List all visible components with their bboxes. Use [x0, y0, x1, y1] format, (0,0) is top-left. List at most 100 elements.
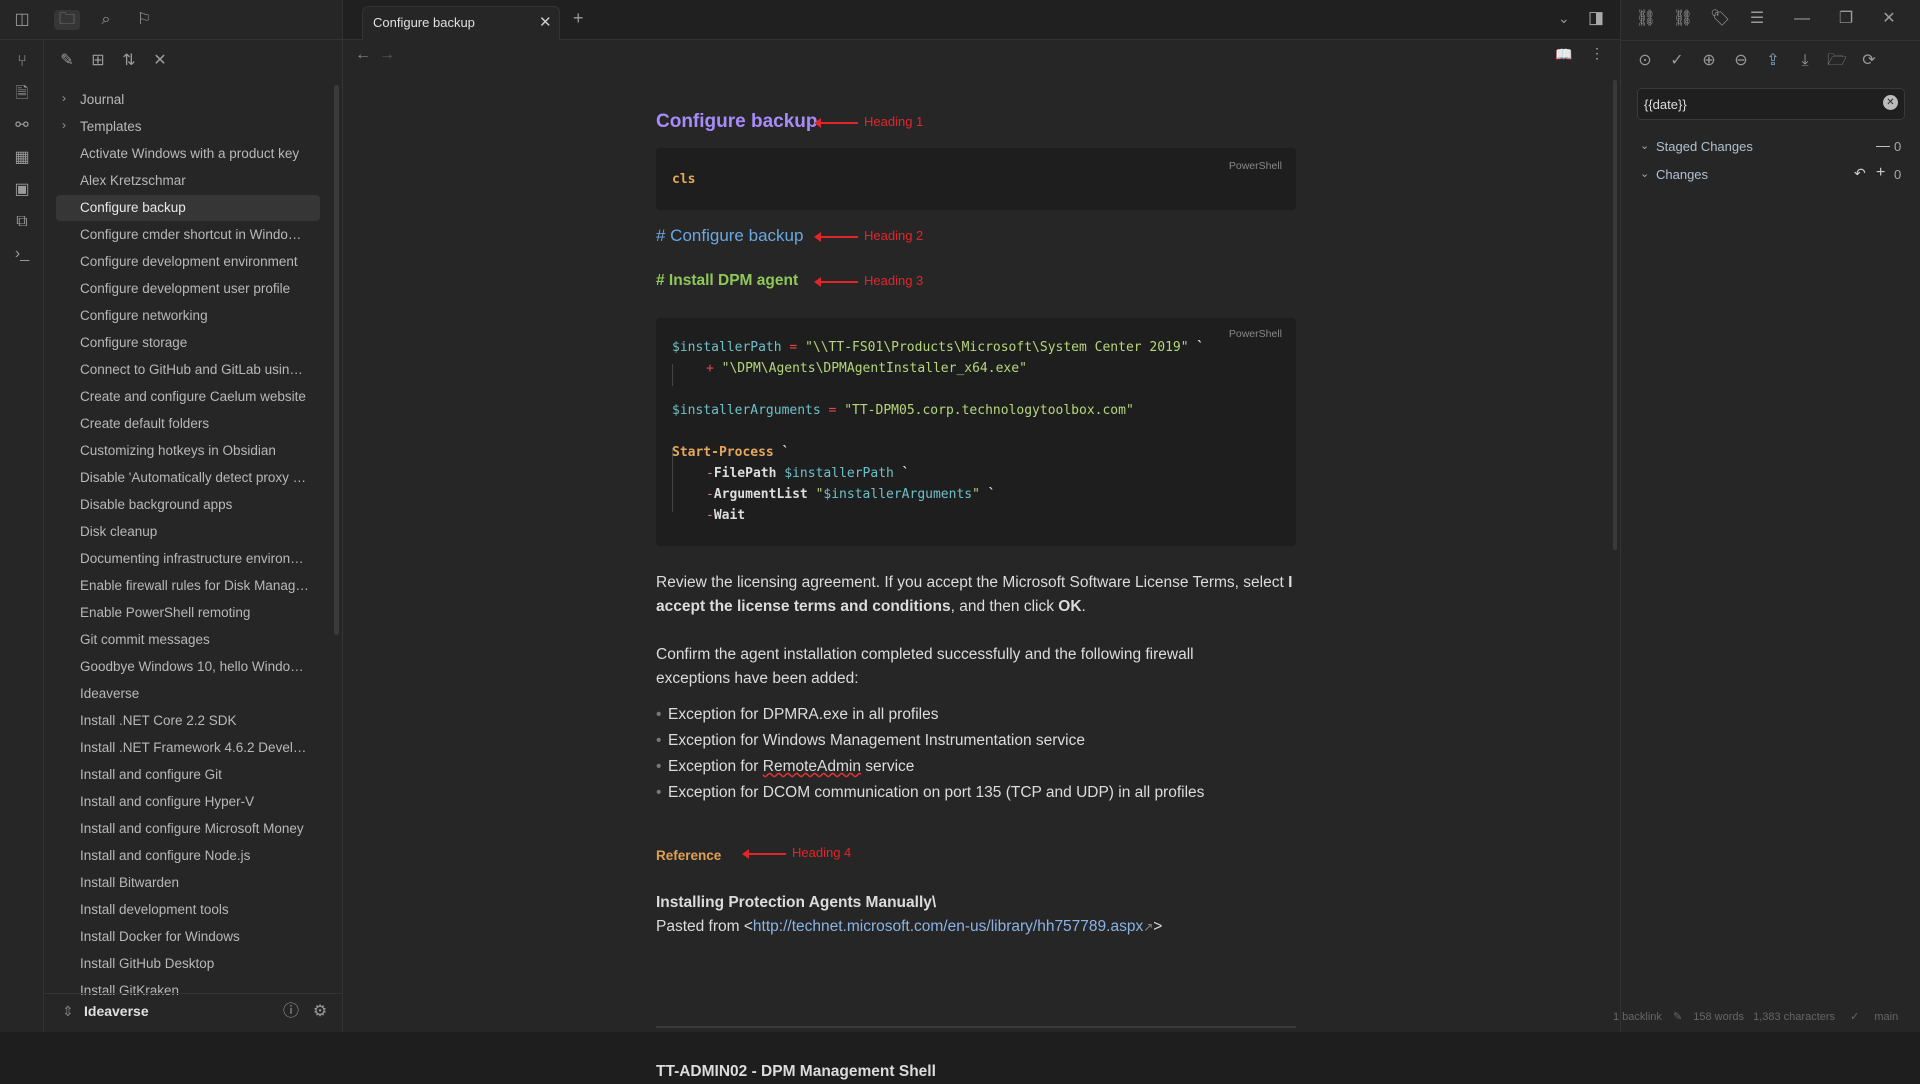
search-icon[interactable]: ⌕ [95, 10, 117, 30]
file-item[interactable]: Install and configure Microsoft Money [80, 821, 310, 836]
tab-configure-backup[interactable]: Configure backup ✕ [362, 6, 560, 40]
sidebar-header: ◫ 🗀 ⌕ ⚐ [0, 0, 343, 40]
sidebar-toggle-icon[interactable]: ◫ [11, 10, 33, 30]
commit-message-input[interactable]: {{date}} ✕ [1637, 88, 1905, 120]
graph-icon[interactable]: ⚯ [11, 116, 33, 136]
file-item[interactable]: Install development tools [80, 902, 310, 917]
forward-arrow-icon[interactable]: → [379, 46, 395, 64]
clear-icon[interactable]: ✕ [1883, 95, 1898, 110]
git-branch-icon[interactable]: ⑂ [11, 52, 33, 72]
reading-view-icon[interactable]: 📖 [1555, 46, 1572, 63]
folder-item[interactable]: Journal [80, 92, 310, 107]
vault-switcher-icon[interactable]: ⇕ [62, 1003, 74, 1020]
file-item[interactable]: Install and configure Hyper-V [80, 794, 310, 809]
file-item[interactable]: Enable PowerShell remoting [80, 605, 310, 620]
discard-icon[interactable]: ↶ [1854, 165, 1866, 182]
file-item[interactable]: Configure storage [80, 335, 310, 350]
more-options-icon[interactable]: ⋮ [1590, 45, 1604, 62]
minimize-icon[interactable]: — [1791, 9, 1813, 29]
stage-icon[interactable]: + [1876, 164, 1885, 182]
file-item[interactable]: Install Docker for Windows [80, 929, 310, 944]
upload-icon[interactable]: ⇪ [1762, 51, 1784, 71]
annotation-heading-1: Heading 1 [864, 114, 924, 129]
settings-gear-icon[interactable]: ⚙ [309, 1002, 331, 1022]
file-item[interactable]: Install and configure Node.js [80, 848, 310, 863]
push-icon[interactable]: ⊙ [1634, 51, 1656, 71]
file-item[interactable]: Alex Kretzschmar [80, 173, 310, 188]
code-language: PowerShell [1228, 160, 1282, 172]
chevron-right-icon[interactable]: › [62, 91, 66, 105]
file-item[interactable]: Install and configure Git [80, 767, 310, 782]
outgoing-links-icon[interactable]: ⛓ [1672, 9, 1694, 29]
reference-link[interactable]: http://technet.microsoft.com/en-us/libra… [753, 918, 1143, 935]
file-item[interactable]: Create and configure Caelum website [80, 389, 310, 404]
collapse-icon[interactable]: ✕ [149, 51, 171, 71]
new-folder-icon[interactable]: ⊞ [87, 51, 109, 71]
chevron-down-icon[interactable]: ⌄ [1558, 10, 1570, 27]
backlinks-icon[interactable]: ⛓ [1635, 9, 1657, 29]
file-item[interactable]: Customizing hotkeys in Obsidian [80, 443, 310, 458]
sort-icon[interactable]: ⇅ [118, 51, 140, 71]
file-item[interactable]: Install GitKraken [80, 983, 310, 998]
folder-icon[interactable]: 🗀 [54, 10, 80, 30]
file-item[interactable]: Configure networking [80, 308, 310, 323]
back-arrow-icon[interactable]: ← [355, 46, 371, 64]
file-item[interactable]: Disk cleanup [80, 524, 310, 539]
tags-icon[interactable]: 🏷 [1709, 9, 1731, 29]
new-tab-icon[interactable]: + [573, 8, 584, 29]
dashboard-icon[interactable]: ▦ [11, 148, 33, 168]
git-branch[interactable]: main [1874, 1011, 1898, 1023]
file-item[interactable]: Install .NET Core 2.2 SDK [80, 713, 310, 728]
unstage-all-icon[interactable]: ⊖ [1730, 51, 1752, 71]
chevron-right-icon[interactable]: › [62, 118, 66, 132]
file-item[interactable]: Ideaverse [80, 686, 310, 701]
chevron-down-icon[interactable]: ⌄ [1640, 139, 1649, 152]
editor-scrollbar[interactable] [1613, 80, 1617, 550]
vault-name[interactable]: Ideaverse [84, 1003, 149, 1019]
folder-item[interactable]: Templates [80, 119, 310, 134]
backlink-count[interactable]: 1 backlink [1613, 1011, 1662, 1023]
file-item[interactable]: Install Bitwarden [80, 875, 310, 890]
file-item[interactable]: Disable 'Automatically detect proxy set.… [80, 470, 310, 485]
download-icon[interactable]: ⤓ [1794, 51, 1816, 71]
edit-mode-icon[interactable]: ✎ [1673, 1011, 1682, 1023]
file-item[interactable]: Configure backup [56, 195, 320, 221]
file-item[interactable]: Connect to GitHub and GitLab using S... [80, 362, 310, 377]
help-icon[interactable]: ⓘ [280, 1002, 302, 1022]
file-item[interactable]: Install .NET Framework 4.6.2 Developer..… [80, 740, 310, 755]
file-search-icon[interactable]: 🗎 [11, 84, 33, 104]
unstage-icon[interactable]: — [1876, 137, 1890, 153]
file-item[interactable]: Configure development environment [80, 254, 310, 269]
bookmark-icon[interactable]: ⚐ [133, 10, 155, 30]
chevron-down-icon[interactable]: ⌄ [1640, 167, 1649, 180]
code-language: PowerShell [1228, 328, 1282, 340]
open-folder-icon[interactable]: 🗁 [1826, 51, 1848, 71]
staged-changes-header[interactable]: Staged Changes [1656, 139, 1753, 154]
file-item[interactable]: Activate Windows with a product key [80, 146, 310, 161]
editor-pane: ← → 📖 ⋮ Configure backup Heading 1 Power… [343, 40, 1620, 1080]
close-icon[interactable]: ✕ [539, 13, 552, 31]
window-close-icon[interactable]: ✕ [1878, 9, 1900, 29]
sidebar-scrollbar[interactable] [334, 85, 339, 635]
stage-all-icon[interactable]: ⊕ [1698, 51, 1720, 71]
file-item[interactable]: Documenting infrastructure environme... [80, 551, 310, 566]
file-item[interactable]: Git commit messages [80, 632, 310, 647]
terminal-icon[interactable]: ›_ [11, 244, 33, 264]
file-item[interactable]: Goodbye Windows 10, hello Windows ... [80, 659, 310, 674]
refresh-icon[interactable]: ⟳ [1858, 51, 1880, 71]
copy-icon[interactable]: ⧉ [11, 212, 33, 232]
file-item[interactable]: Create default folders [80, 416, 310, 431]
tab-title: Configure backup [373, 15, 475, 30]
file-item[interactable]: Enable firewall rules for Disk Managem..… [80, 578, 310, 593]
restore-icon[interactable]: ❐ [1835, 9, 1857, 29]
right-sidebar-toggle-icon[interactable]: ◨ [1588, 8, 1604, 28]
changes-header[interactable]: Changes [1656, 167, 1708, 182]
commit-check-icon[interactable]: ✓ [1666, 51, 1688, 71]
file-item[interactable]: Configure cmder shortcut in Windows ... [80, 227, 310, 242]
outline-icon[interactable]: ☰ [1746, 9, 1768, 29]
file-item[interactable]: Install GitHub Desktop [80, 956, 310, 971]
file-item[interactable]: Configure development user profile [80, 281, 310, 296]
calendar-icon[interactable]: ▣ [11, 180, 33, 200]
file-item[interactable]: Disable background apps [80, 497, 310, 512]
new-note-icon[interactable]: ✎ [56, 51, 78, 71]
